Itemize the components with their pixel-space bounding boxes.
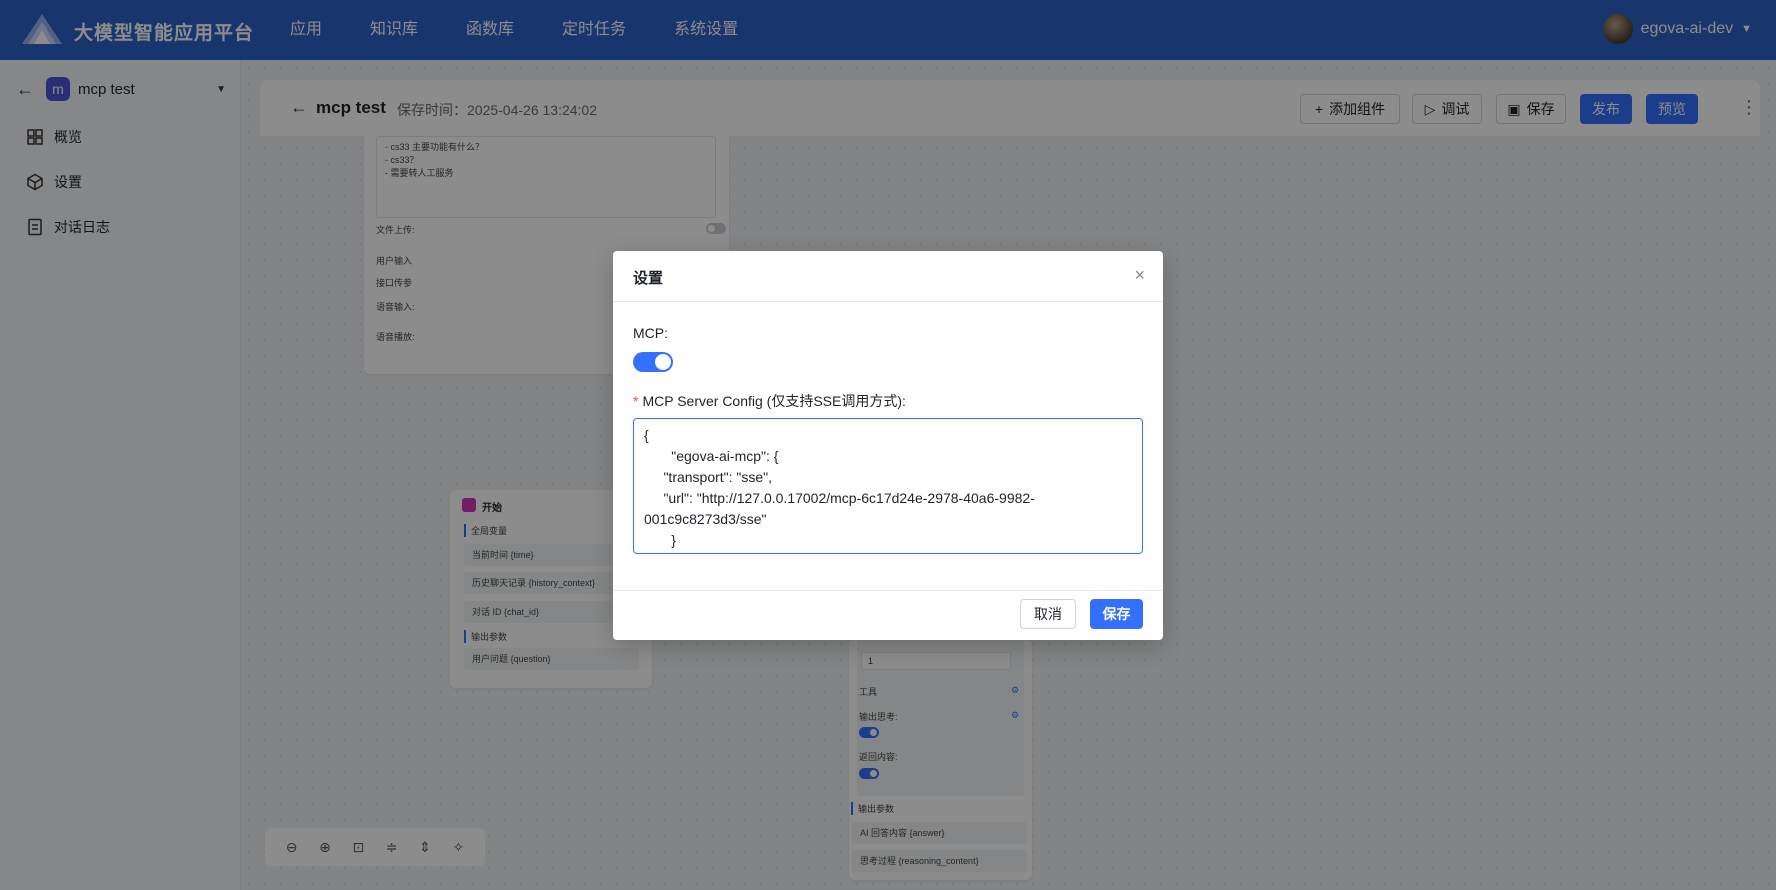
modal-footer-divider [613,590,1163,591]
mcp-label: MCP: [633,325,668,341]
cancel-button[interactable]: 取消 [1020,599,1076,629]
modal-title: 设置 [633,270,664,287]
mcp-config-label-text: MCP Server Config (仅支持SSE调用方式): [642,393,906,409]
settings-modal: 设置 × MCP: * MCP Server Config (仅支持SSE调用方式… [613,251,1163,640]
mcp-config-label: * MCP Server Config (仅支持SSE调用方式): [633,391,906,411]
modal-save-button[interactable]: 保存 [1090,599,1143,629]
close-icon[interactable]: × [1134,265,1145,286]
required-asterisk: * [633,393,639,409]
modal-header-divider [613,301,1163,302]
mcp-server-config-textarea[interactable]: { "egova-ai-mcp": { "transport": "sse", … [633,418,1143,554]
mcp-toggle[interactable] [633,352,673,372]
